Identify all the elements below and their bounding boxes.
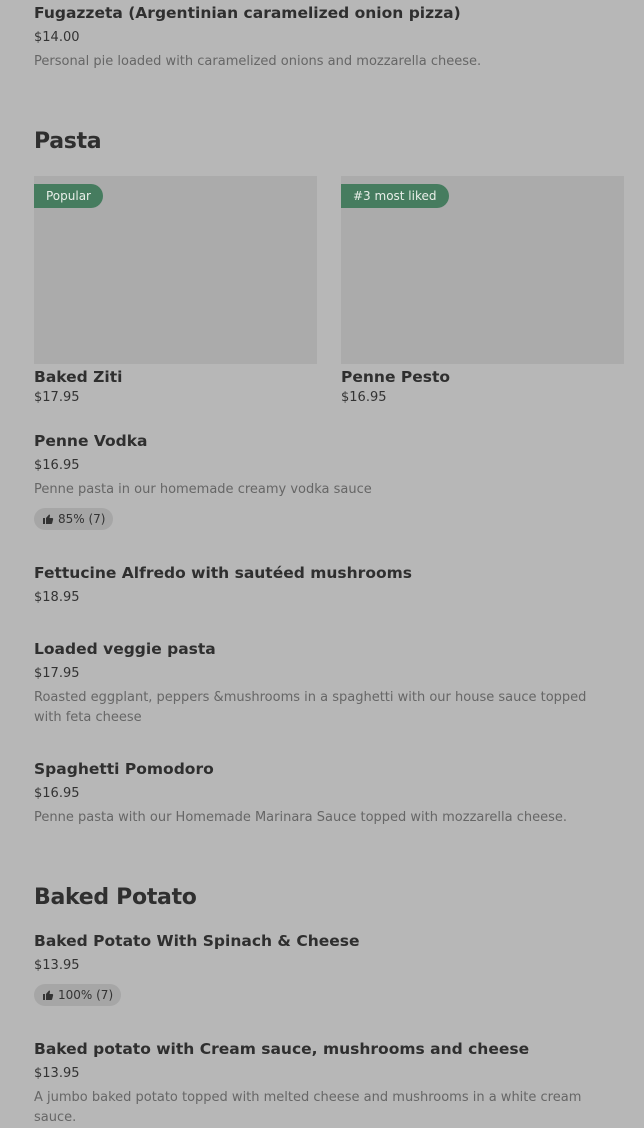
item-name: Penne Pesto	[341, 368, 451, 386]
item-price: $16.95	[341, 390, 387, 405]
badge-most-liked: #3 most liked	[341, 184, 449, 208]
item-name: Baked Potato With Spinach & Cheese	[34, 932, 360, 950]
section-title-baked-potato: Baked Potato	[34, 885, 197, 910]
thumbs-up-icon	[42, 513, 54, 525]
section-title-pasta: Pasta	[34, 129, 102, 154]
item-name: Spaghetti Pomodoro	[34, 760, 214, 778]
menu-item-loaded-veggie-pasta[interactable]: Loaded veggie pasta $17.95 Roasted eggpl…	[34, 636, 624, 732]
item-price: $18.95	[34, 590, 80, 605]
item-price: $13.95	[34, 1066, 80, 1081]
menu-item-baked-potato-spinach[interactable]: Baked Potato With Spinach & Cheese $13.9…	[34, 928, 624, 1016]
menu-item-fugazzeta[interactable]: Fugazzeta (Argentinian caramelized onion…	[34, 0, 624, 80]
item-description: Penne pasta in our homemade creamy vodka…	[34, 482, 372, 497]
item-description: A jumbo baked potato topped with melted …	[34, 1090, 582, 1125]
thumbs-up-icon	[42, 989, 54, 1001]
item-description: Roasted eggplant, peppers &mushrooms in …	[34, 690, 587, 725]
badge-popular: Popular	[34, 184, 103, 208]
rating-pill: 100% (7)	[34, 984, 122, 1006]
item-description: Personal pie loaded with caramelized oni…	[34, 54, 482, 69]
item-name: Fugazzeta (Argentinian caramelized onion…	[34, 4, 461, 22]
item-price: $17.95	[34, 390, 80, 405]
menu-tile-baked-ziti[interactable]: Popular	[34, 176, 317, 364]
rating-text: 85% (7)	[58, 512, 106, 526]
item-name: Baked potato with Cream sauce, mushrooms…	[34, 1040, 530, 1058]
rating-pill: 85% (7)	[34, 508, 114, 530]
item-name: Penne Vodka	[34, 432, 148, 450]
rating-text: 100% (7)	[58, 988, 114, 1002]
item-price: $16.95	[34, 458, 80, 473]
menu-item-penne-vodka[interactable]: Penne Vodka $16.95 Penne pasta in our ho…	[34, 428, 624, 538]
item-price: $16.95	[34, 786, 80, 801]
item-description: Penne pasta with our Homemade Marinara S…	[34, 810, 568, 825]
item-name: Baked Ziti	[34, 368, 123, 386]
item-name: Loaded veggie pasta	[34, 640, 216, 658]
item-price: $17.95	[34, 666, 80, 681]
menu-item-spaghetti-pomodoro[interactable]: Spaghetti Pomodoro $16.95 Penne pasta wi…	[34, 756, 624, 832]
item-name: Fettucine Alfredo with sautéed mushrooms	[34, 564, 413, 582]
item-price: $14.00	[34, 30, 80, 45]
menu-item-fettucine-alfredo[interactable]: Fettucine Alfredo with sautéed mushrooms…	[34, 560, 624, 616]
menu-tile-penne-pesto[interactable]: #3 most liked	[341, 176, 624, 364]
menu-item-baked-potato-cream[interactable]: Baked potato with Cream sauce, mushrooms…	[34, 1036, 624, 1125]
item-price: $13.95	[34, 958, 80, 973]
